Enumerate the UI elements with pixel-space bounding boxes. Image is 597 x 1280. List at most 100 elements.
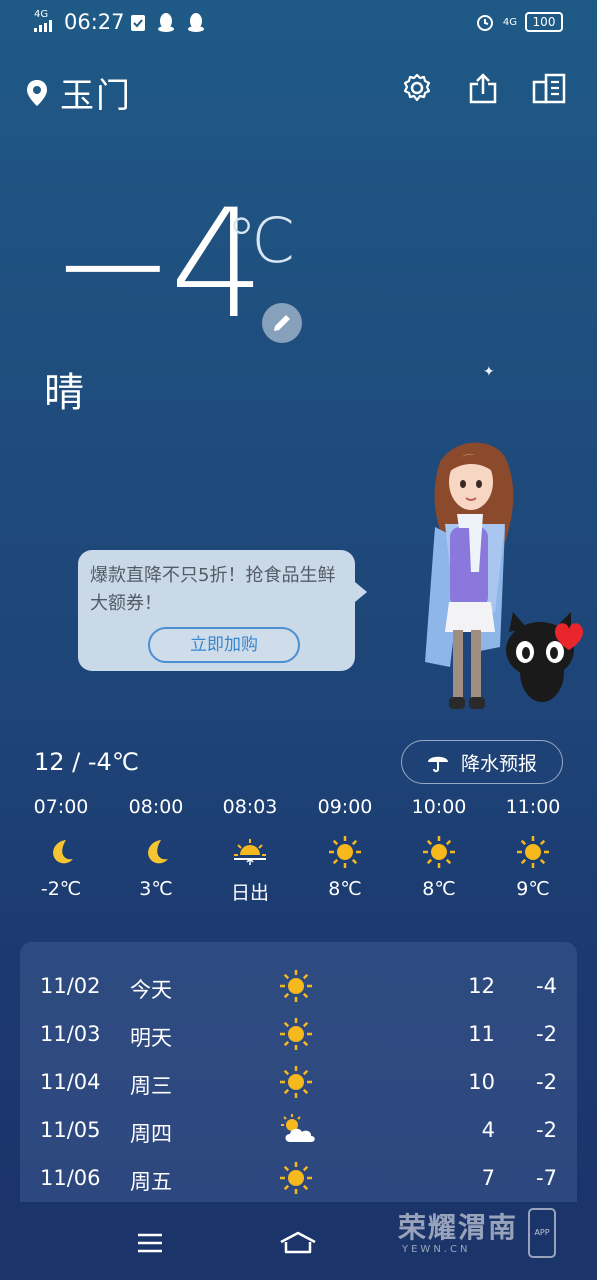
status-bar: 4G 06:27 4G 100 bbox=[0, 0, 597, 46]
qq-icon bbox=[188, 13, 204, 32]
moon-icon bbox=[148, 840, 168, 864]
day-low: -4 bbox=[536, 974, 557, 998]
location-pin-icon bbox=[27, 79, 47, 106]
settings-button[interactable] bbox=[399, 70, 435, 106]
hour-temp: 3℃ bbox=[139, 878, 173, 900]
hour-time: 09:00 bbox=[317, 796, 373, 818]
mascot-illustration[interactable] bbox=[405, 432, 595, 722]
watermark-app-badge: APP bbox=[528, 1208, 556, 1258]
hour-item: 08:00 3℃ bbox=[109, 796, 203, 900]
menu-button[interactable] bbox=[130, 1228, 170, 1258]
hour-time: 10:00 bbox=[411, 796, 467, 818]
day-high: 11 bbox=[468, 1022, 495, 1046]
temperature-unit: ℃ bbox=[226, 204, 296, 277]
hourly-forecast[interactable]: 07:00 -2℃ 08:00 3℃ 08:03 日出 09:00 8℃ 10:… bbox=[14, 796, 582, 906]
network-type: 4G bbox=[34, 9, 49, 20]
day-low: -2 bbox=[536, 1070, 557, 1094]
precipitation-forecast-label: 降水预报 bbox=[460, 752, 537, 775]
hour-time: 08:03 bbox=[222, 796, 278, 818]
day-date: 11/06 bbox=[40, 1166, 101, 1190]
hour-time: 07:00 bbox=[33, 796, 89, 818]
home-icon bbox=[280, 1231, 316, 1254]
status-time: 06:27 bbox=[64, 10, 125, 34]
ad-bubble[interactable]: 爆款直降不只5折！抢食品生鲜大额券！ 立即加购 bbox=[78, 550, 367, 671]
day-weekday: 明天 bbox=[130, 1026, 172, 1050]
day-weekday: 周五 bbox=[130, 1170, 172, 1194]
hour-time: 11:00 bbox=[505, 796, 561, 818]
navigation-bar: 荣耀渭南 YEWN.CN APP bbox=[0, 1202, 597, 1280]
day-row[interactable]: 11/04 周三 10 -2 bbox=[20, 1058, 577, 1106]
day-row[interactable]: 11/06 周五 7 -7 bbox=[20, 1154, 577, 1202]
day-high: 4 bbox=[481, 1118, 495, 1142]
day-date: 11/03 bbox=[40, 1022, 101, 1046]
today-range: 12 / -4℃ bbox=[34, 748, 139, 776]
hour-item: 10:00 8℃ bbox=[392, 796, 486, 900]
day-low: -2 bbox=[536, 1118, 557, 1142]
sun-icon bbox=[329, 836, 361, 868]
moon-icon bbox=[53, 840, 73, 864]
battery: 100 bbox=[525, 12, 563, 32]
day-low: -7 bbox=[536, 1166, 557, 1190]
day-weekday: 今天 bbox=[130, 978, 172, 1002]
day-weekday: 周三 bbox=[130, 1074, 172, 1098]
sun-icon bbox=[423, 836, 455, 868]
sun-icon bbox=[517, 836, 549, 868]
network-type-right: 4G bbox=[502, 16, 517, 28]
settings-icon bbox=[403, 73, 431, 102]
day-high: 7 bbox=[481, 1166, 495, 1190]
city-name: 玉门 bbox=[60, 76, 132, 116]
sun-icon bbox=[280, 1018, 312, 1050]
day-high: 12 bbox=[468, 974, 495, 998]
umbrella-icon bbox=[427, 756, 448, 773]
header-actions bbox=[399, 70, 567, 106]
day-high: 10 bbox=[468, 1070, 495, 1094]
notification-icons bbox=[130, 12, 206, 32]
day-row[interactable]: 11/02 今天 12 -4 bbox=[20, 962, 577, 1010]
pencil-icon bbox=[274, 315, 290, 331]
alarm-icon bbox=[476, 15, 493, 31]
day-date: 11/02 bbox=[40, 974, 101, 998]
hour-item: 09:00 8℃ bbox=[298, 796, 392, 900]
day-date: 11/04 bbox=[40, 1070, 101, 1094]
sun-icon bbox=[280, 1066, 312, 1098]
check-clipboard-icon bbox=[131, 15, 145, 31]
day-row[interactable]: 11/03 明天 11 -2 bbox=[20, 1010, 577, 1058]
hour-temp: 日出 bbox=[230, 882, 269, 904]
hour-item: 08:03 日出 bbox=[203, 796, 297, 905]
signal-icon bbox=[34, 20, 52, 32]
partly-cloudy-icon bbox=[281, 1114, 315, 1142]
sun-icon bbox=[280, 1162, 312, 1194]
day-low: -2 bbox=[536, 1022, 557, 1046]
watermark-title: 荣耀渭南 bbox=[398, 1211, 519, 1244]
ad-buy-button[interactable]: 立即加购 bbox=[148, 627, 300, 663]
edit-button[interactable] bbox=[262, 303, 302, 343]
precipitation-forecast-button[interactable]: 降水预报 bbox=[401, 740, 563, 784]
share-button[interactable] bbox=[465, 70, 501, 106]
menu-icon bbox=[138, 1233, 162, 1253]
hour-item: 07:00 -2℃ bbox=[14, 796, 108, 900]
city-list-button[interactable] bbox=[531, 70, 567, 106]
hour-temp: -2℃ bbox=[40, 878, 82, 900]
sparkle-icon: ✦ bbox=[483, 364, 495, 380]
sun-icon bbox=[280, 970, 312, 1002]
watermark: 荣耀渭南 YEWN.CN APP bbox=[398, 1206, 588, 1266]
location[interactable]: 玉门 bbox=[26, 68, 132, 117]
sunrise-icon bbox=[234, 839, 266, 865]
hour-temp: 9℃ bbox=[516, 878, 550, 900]
qq-icon bbox=[158, 13, 174, 32]
status-right: 4G 100 bbox=[475, 12, 563, 32]
hour-time: 08:00 bbox=[128, 796, 184, 818]
ad-text: 爆款直降不只5折！抢食品生鲜大额券！ bbox=[90, 565, 336, 614]
day-weekday: 周四 bbox=[130, 1122, 172, 1146]
share-icon bbox=[469, 73, 497, 104]
daily-forecast[interactable]: 11/02 今天 12 -4 11/03 明天 11 -2 11/04 周三 1… bbox=[20, 942, 577, 1202]
day-row[interactable]: 11/05 周四 4 -2 bbox=[20, 1106, 577, 1154]
city-list-icon bbox=[532, 73, 566, 104]
hour-temp: 8℃ bbox=[328, 878, 362, 900]
hour-temp: 8℃ bbox=[422, 878, 456, 900]
watermark-site: YEWN.CN bbox=[402, 1244, 471, 1255]
home-button[interactable] bbox=[278, 1228, 318, 1258]
weather-condition: 晴 bbox=[44, 370, 84, 416]
day-date: 11/05 bbox=[40, 1118, 101, 1142]
hour-item: 11:00 9℃ bbox=[486, 796, 580, 900]
